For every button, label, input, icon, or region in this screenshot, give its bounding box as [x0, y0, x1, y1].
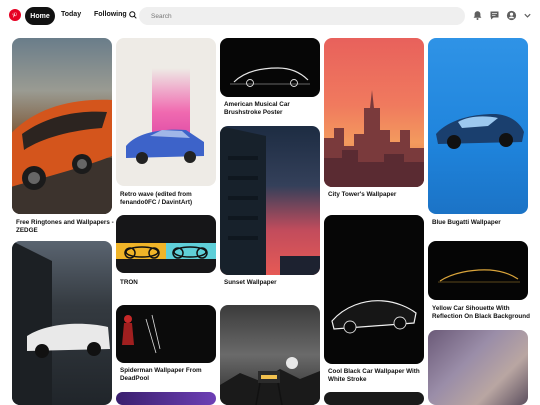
pin-caption: TRON — [120, 279, 138, 286]
pin-purple-space[interactable] — [116, 392, 216, 405]
pin-caption: American Musical Car Brushstroke Poster — [224, 101, 290, 116]
pin-caption: Free Ringtones and Wallpapers - ZEDGE — [16, 219, 114, 234]
pin-blue-bugatti[interactable] — [428, 38, 528, 214]
pin-caption: Sunset Wallpaper — [224, 279, 277, 286]
pin-retro-wave-car[interactable] — [116, 38, 216, 186]
pin-black-car-white-stroke[interactable] — [324, 215, 424, 364]
pin-caption: Spiderman Wallpaper From DeadPool — [120, 367, 202, 382]
pin-caption: City Tower's Wallpaper — [328, 191, 397, 198]
search-input[interactable] — [151, 12, 465, 20]
pin-caption: Yellow Car Sihouette With Reflection On … — [432, 305, 530, 320]
pin-blurry-lights[interactable] — [428, 330, 528, 405]
pin-caption: Cool Black Car Wallpaper With White Stro… — [328, 368, 420, 383]
pin-caption: Retro wave (edited from fenando0FC / Dav… — [120, 191, 193, 206]
pin-city-tower[interactable] — [324, 38, 424, 187]
pinterest-logo-icon[interactable] — [9, 9, 21, 21]
tab-following[interactable]: Following — [94, 11, 127, 18]
message-icon[interactable] — [489, 10, 500, 21]
pin-sunset-building[interactable] — [220, 126, 320, 275]
tab-today[interactable]: Today — [61, 11, 81, 18]
search-bar[interactable] — [139, 7, 465, 25]
profile-icon[interactable] — [506, 10, 517, 21]
chevron-down-icon[interactable] — [522, 10, 533, 21]
bell-icon[interactable] — [472, 10, 483, 21]
pin-white-car-alley[interactable] — [12, 241, 112, 405]
pin-dark-thumb[interactable] — [324, 392, 424, 405]
pin-yellow-car-silhouette[interactable] — [428, 241, 528, 300]
top-nav-bar: Home Today Following — [0, 0, 540, 32]
pin-caption: Blue Bugatti Wallpaper — [432, 219, 501, 226]
pin-tron-bikes[interactable] — [116, 215, 216, 273]
pin-orange-lamborghini[interactable] — [12, 38, 112, 214]
search-icon[interactable] — [128, 10, 138, 20]
tab-home[interactable]: Home — [25, 7, 55, 25]
pin-watchtower-night[interactable] — [220, 305, 320, 405]
pin-spiderman-deadpool[interactable] — [116, 305, 216, 363]
pin-black-car-brushstroke[interactable] — [220, 38, 320, 97]
